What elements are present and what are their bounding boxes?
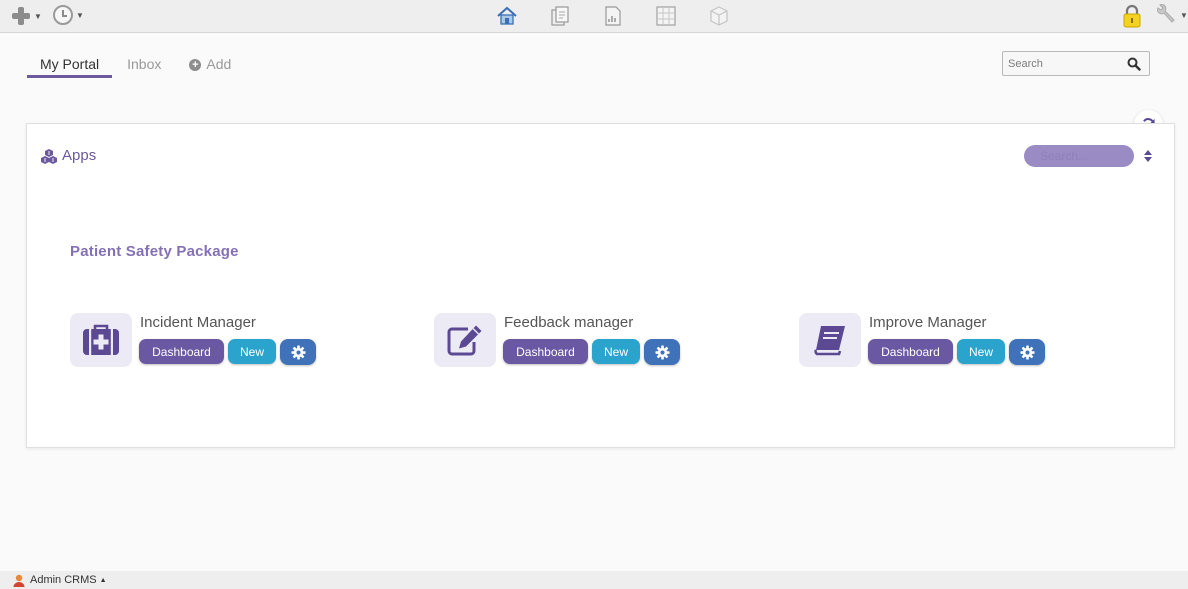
cubes-icon [41, 148, 57, 164]
app-name: Incident Manager [140, 314, 256, 331]
tab-inbox[interactable]: Inbox [114, 53, 174, 78]
sort-icon[interactable] [1143, 149, 1153, 163]
book-icon [814, 326, 845, 356]
app-icon-box [799, 313, 861, 367]
clock-icon [53, 5, 73, 25]
home-button[interactable] [480, 3, 533, 29]
tab-label: My Portal [40, 56, 100, 72]
user-icon [13, 574, 25, 587]
portal-tabs: My Portal Inbox + Add [27, 53, 244, 79]
caret-down-icon: ▼ [34, 11, 42, 21]
new-button[interactable]: New [228, 339, 276, 364]
tab-my-portal[interactable]: My Portal [27, 53, 113, 78]
app-actions: Dashboard New [868, 339, 1045, 365]
app-search-input[interactable] [1024, 145, 1134, 167]
apps-panel: Apps Patient Safety Package Incident Man… [26, 123, 1175, 448]
settings-button[interactable] [1009, 339, 1045, 365]
panel-header: Apps [40, 147, 96, 164]
settings-button[interactable] [644, 339, 680, 365]
new-button[interactable]: New [592, 339, 640, 364]
new-button[interactable]: New [957, 339, 1005, 364]
lock-icon[interactable] [1122, 4, 1142, 28]
documents-icon [550, 6, 569, 26]
box-button[interactable] [692, 3, 745, 29]
search-input[interactable] [1003, 52, 1121, 75]
dashboard-button[interactable]: Dashboard [503, 339, 588, 364]
app-actions: Dashboard New [503, 339, 680, 365]
caret-up-icon[interactable]: ▲ [100, 577, 107, 584]
report-button[interactable] [586, 3, 639, 29]
dashboard-button[interactable]: Dashboard [868, 339, 953, 364]
toolbar-center-icons [480, 3, 745, 29]
grid-button[interactable] [639, 3, 692, 29]
history-menu-button[interactable]: ▼ [53, 5, 84, 25]
caret-down-icon: ▼ [76, 10, 84, 20]
documents-button[interactable] [533, 3, 586, 29]
dashboard-button[interactable]: Dashboard [139, 339, 224, 364]
plus-circle-icon: + [189, 59, 202, 71]
gear-icon [654, 344, 670, 360]
app-name: Feedback manager [504, 314, 634, 331]
tab-add[interactable]: + Add [176, 53, 244, 78]
search-box [1002, 51, 1150, 76]
box-icon [709, 6, 728, 26]
status-bar: Admin CRMS ▲ [0, 571, 1188, 589]
caret-down-icon: ▼ [1180, 10, 1188, 20]
grid-icon [655, 6, 676, 26]
app-name: Improve Manager [869, 314, 987, 331]
app-icon-box [70, 313, 132, 367]
tab-label: Inbox [127, 56, 162, 72]
edit-icon [447, 325, 482, 356]
tools-menu-button[interactable]: ▼ [1155, 4, 1188, 26]
search-icon[interactable] [1127, 57, 1141, 71]
app-actions: Dashboard New [139, 339, 316, 365]
gear-icon [290, 344, 306, 360]
plus-icon [11, 6, 31, 26]
settings-button[interactable] [280, 339, 316, 365]
wrench-icon [1157, 4, 1175, 23]
new-menu-button[interactable]: ▼ [11, 6, 42, 26]
top-toolbar: ▼ ▼ ▼ [0, 0, 1188, 33]
medical-kit-icon [83, 324, 119, 355]
user-menu[interactable]: Admin CRMS [30, 574, 97, 586]
package-title: Patient Safety Package [70, 243, 239, 260]
home-icon [496, 6, 517, 25]
app-icon-box [434, 313, 496, 367]
gear-icon [1019, 344, 1035, 360]
report-icon [604, 6, 621, 26]
tab-label: Add [206, 56, 232, 72]
panel-title: Apps [62, 147, 97, 164]
